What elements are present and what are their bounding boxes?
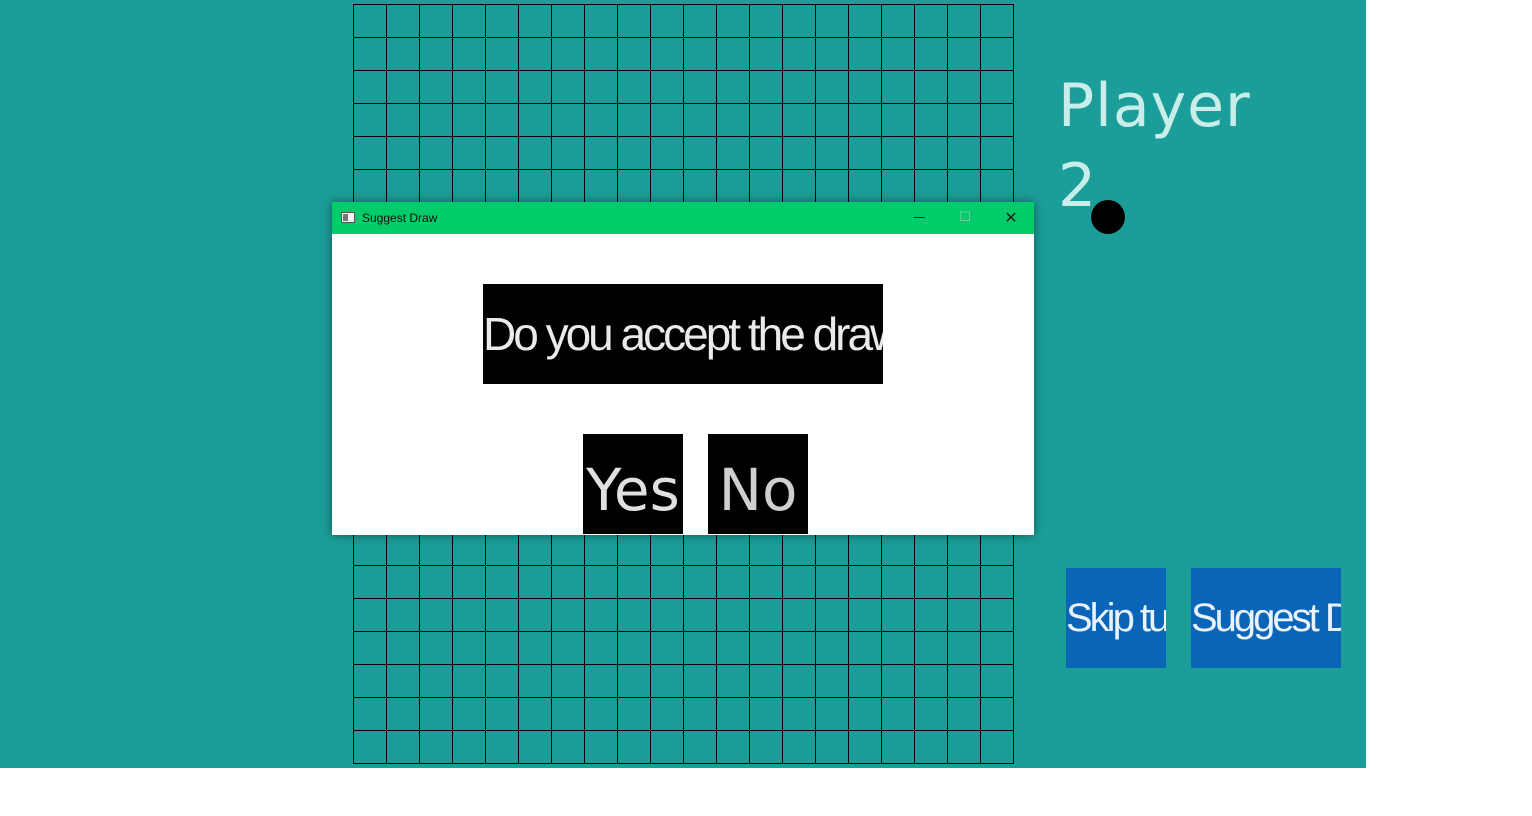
- dialog-title-bar[interactable]: Suggest Draw — ☐ ✕: [332, 202, 1034, 234]
- draw-prompt-text: Do you accept the draw?: [483, 284, 883, 384]
- minimize-button[interactable]: —: [896, 202, 942, 234]
- current-player-label: Player 2: [1058, 71, 1251, 221]
- current-player-stone-icon: [1091, 200, 1125, 234]
- dialog-title: Suggest Draw: [362, 211, 438, 225]
- accept-draw-yes-button[interactable]: Yes: [583, 434, 683, 534]
- close-button[interactable]: ✕: [988, 202, 1034, 234]
- decline-draw-no-button[interactable]: No: [708, 434, 808, 534]
- skip-turn-button[interactable]: Skip turn: [1066, 568, 1166, 668]
- app-window-icon: [341, 212, 355, 223]
- suggest-draw-dialog: Suggest Draw — ☐ ✕ Do you accept the dra…: [332, 202, 1034, 535]
- maximize-button[interactable]: ☐: [942, 202, 988, 234]
- suggest-draw-button[interactable]: Suggest Draw: [1191, 568, 1341, 668]
